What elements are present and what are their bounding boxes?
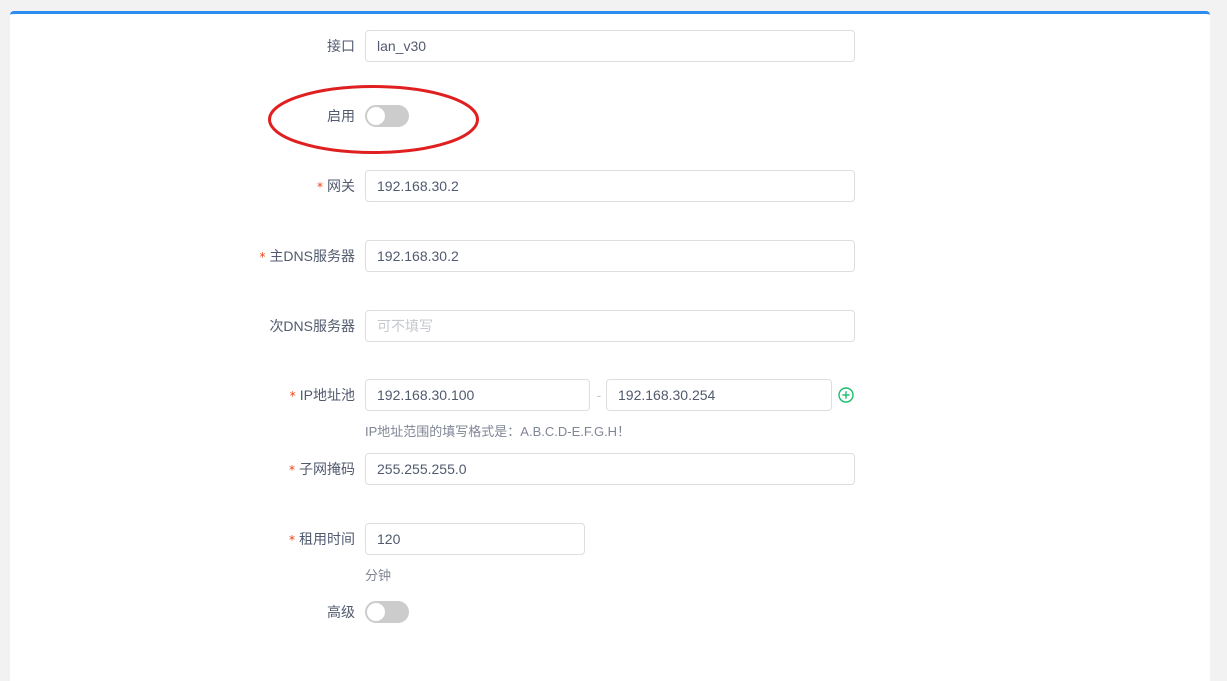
ip-pool-end-input[interactable]	[606, 379, 832, 411]
required-mark: *	[289, 389, 296, 403]
required-mark: *	[259, 250, 266, 264]
ip-pool-start-input[interactable]	[365, 379, 590, 411]
interface-label: 接口	[155, 30, 355, 62]
plus-circle-icon[interactable]	[838, 387, 854, 403]
subnet-mask-label: * 子网掩码	[155, 453, 355, 485]
advanced-label-text: 高级	[327, 604, 355, 620]
secondary-dns-label: 次DNS服务器	[155, 310, 355, 342]
enable-switch-knob	[367, 107, 385, 125]
primary-dns-label: * 主DNS服务器	[155, 240, 355, 272]
enable-label: 启用	[155, 100, 355, 132]
enable-label-text: 启用	[327, 108, 355, 124]
ip-pool-separator: -	[596, 387, 602, 403]
primary-dns-label-text: 主DNS服务器	[269, 248, 355, 264]
interface-input[interactable]	[365, 30, 855, 62]
gateway-label-text: 网关	[327, 178, 355, 194]
lease-time-input[interactable]	[365, 523, 585, 555]
advanced-switch-knob	[367, 603, 385, 621]
required-mark: *	[289, 463, 295, 477]
primary-dns-input[interactable]	[365, 240, 855, 272]
form-card: 接口 启用 *网关 *主DNS服务器 次DNS服务器 *IP地址池	[10, 11, 1210, 681]
subnet-mask-input[interactable]	[365, 453, 855, 485]
required-mark: *	[317, 180, 323, 194]
enable-switch[interactable]	[365, 105, 409, 127]
secondary-dns-label-text: 次DNS服务器	[269, 318, 355, 334]
lease-time-label-text: 租用时间	[299, 531, 355, 547]
secondary-dns-input[interactable]	[365, 310, 855, 342]
ip-pool-label: * IP地址池	[155, 379, 355, 411]
subnet-mask-label-text: 子网掩码	[299, 461, 355, 477]
required-mark: *	[289, 533, 295, 547]
advanced-switch[interactable]	[365, 601, 409, 623]
ip-pool-label-text: IP地址池	[299, 387, 355, 403]
lease-time-unit: 分钟	[365, 568, 392, 583]
gateway-label: * 网关	[155, 170, 355, 202]
gateway-input[interactable]	[365, 170, 855, 202]
interface-label-text: 接口	[327, 38, 355, 54]
ip-pool-hint: IP地址范围的填写格式是：A.B.C.D-E.F.G.H！	[365, 424, 631, 439]
advanced-label: 高级	[155, 596, 355, 628]
lease-time-label: * 租用时间	[155, 523, 355, 555]
